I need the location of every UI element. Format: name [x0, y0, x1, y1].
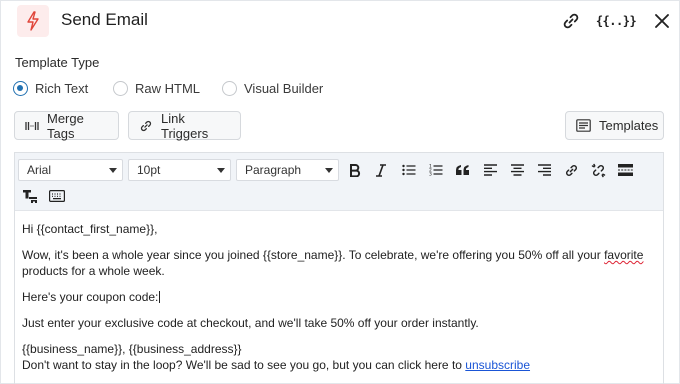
align-center-icon[interactable]: [506, 159, 528, 181]
text-color-icon[interactable]: [19, 185, 41, 207]
italic-icon[interactable]: [370, 159, 392, 181]
text-cursor: [159, 291, 161, 303]
footer-text: Don't want to stay in the loop? We'll be…: [22, 358, 466, 372]
font-size-value: 10pt: [137, 163, 161, 177]
link-triggers-button[interactable]: Link Triggers: [128, 110, 241, 141]
font-size-select[interactable]: 10pt: [128, 159, 231, 181]
templates-button[interactable]: Templates: [565, 111, 664, 140]
chevron-down-icon: [217, 168, 225, 173]
footer-line: Don't want to stay in the loop? We'll be…: [22, 357, 658, 373]
header: Send Email {{..}}: [1, 1, 680, 41]
instructions-line: Just enter your exclusive code at checko…: [22, 316, 479, 330]
chevron-down-icon: [109, 168, 117, 173]
radio-dot[interactable]: [13, 80, 28, 96]
templates-icon: [576, 119, 591, 132]
link-icon: [139, 119, 153, 133]
coupon-line: Here's your coupon code:: [22, 289, 658, 305]
celebration-text-start: Wow, it's been a whole year since you jo…: [22, 248, 605, 262]
close-icon[interactable]: [650, 9, 674, 33]
rich-text-editor: Arial 10pt Paragraph 123 Hi {{contact_fi…: [14, 152, 664, 384]
font-family-value: Arial: [27, 163, 52, 177]
bolt-icon: [17, 5, 49, 37]
template-type-label: Template Type: [15, 55, 100, 70]
block-format-select[interactable]: Paragraph: [236, 159, 339, 181]
send-email-panel: Send Email {{..}} Template Type Rich Tex…: [0, 0, 680, 384]
merge-tags-icon[interactable]: {{..}}: [596, 9, 637, 33]
radio-label: Raw HTML: [135, 80, 201, 96]
radio-label: Visual Builder: [244, 80, 324, 96]
radio-visual-builder[interactable]: Visual Builder: [222, 79, 323, 97]
celebration-text-end: products for a whole week.: [22, 264, 165, 278]
celebration-line: Wow, it's been a whole year since you jo…: [22, 247, 658, 279]
merge-tags-button[interactable]: Merge Tags: [14, 110, 119, 141]
chevron-down-icon: [325, 168, 333, 173]
insert-link-icon[interactable]: [560, 159, 582, 181]
coupon-text: Here's your coupon code:: [22, 290, 159, 304]
dialog-title: Send Email: [61, 10, 148, 29]
bold-icon[interactable]: [344, 159, 366, 181]
editor-content[interactable]: Hi {{contact_first_name}}, Wow, it's bee…: [22, 221, 658, 373]
align-left-icon[interactable]: [479, 159, 501, 181]
unlink-icon[interactable]: [587, 159, 609, 181]
misspelled-word: favorite: [604, 248, 644, 262]
link-triggers-label: Link Triggers: [161, 110, 209, 141]
templates-label: Templates: [599, 118, 659, 133]
radio-raw-html[interactable]: Raw HTML: [113, 79, 200, 97]
radio-rich-text[interactable]: Rich Text: [13, 79, 88, 97]
radio-dot[interactable]: [113, 80, 128, 96]
radio-dot[interactable]: [222, 80, 237, 96]
greeting-line: Hi {{contact_first_name}},: [22, 222, 158, 236]
font-family-select[interactable]: Arial: [18, 159, 123, 181]
unsubscribe-link[interactable]: unsubscribe: [465, 358, 530, 372]
merge-tags-icon: [25, 120, 39, 132]
align-right-icon[interactable]: [533, 159, 555, 181]
keyboard-shortcuts-icon[interactable]: [46, 185, 68, 207]
link-icon[interactable]: [559, 9, 583, 33]
signature-line: {{business_name}}, {{business_address}}: [22, 342, 242, 356]
radio-label: Rich Text: [35, 80, 89, 96]
blockquote-icon[interactable]: [452, 159, 474, 181]
numbered-list-icon[interactable]: 123: [425, 159, 447, 181]
merge-tags-label: Merge Tags: [47, 110, 84, 141]
block-format-value: Paragraph: [245, 163, 302, 177]
bullet-list-icon[interactable]: [398, 159, 420, 181]
read-more-icon[interactable]: [614, 159, 636, 181]
editor-toolbar: Arial 10pt Paragraph 123: [15, 153, 663, 211]
svg-text:3: 3: [429, 172, 432, 177]
